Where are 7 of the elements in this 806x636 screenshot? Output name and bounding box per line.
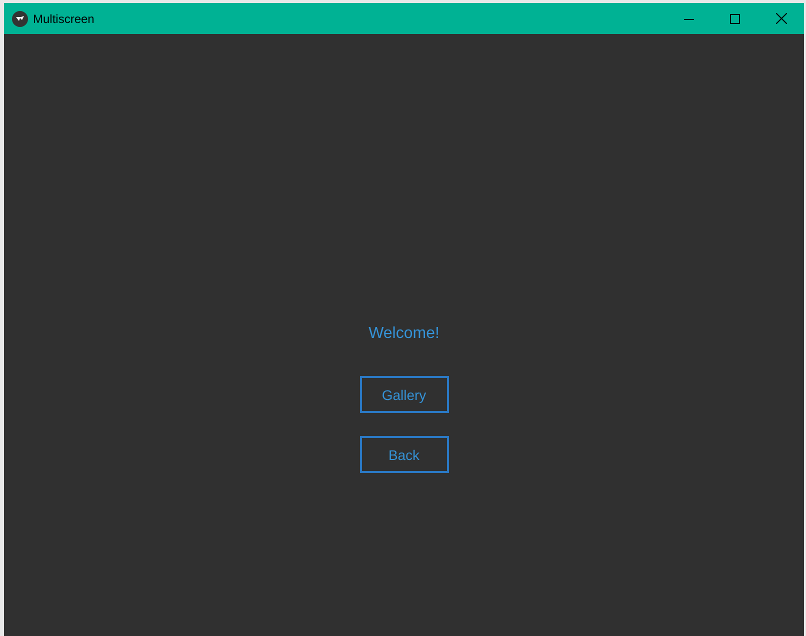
close-icon	[776, 13, 786, 24]
window-title: Multiscreen	[33, 12, 94, 26]
nav-button[interactable]: Gallery	[360, 376, 448, 413]
maximize-icon	[730, 14, 740, 24]
app-icon	[12, 10, 28, 26]
welcome-text: Welcome!	[368, 325, 440, 343]
nav-button[interactable]: Back	[360, 436, 448, 473]
